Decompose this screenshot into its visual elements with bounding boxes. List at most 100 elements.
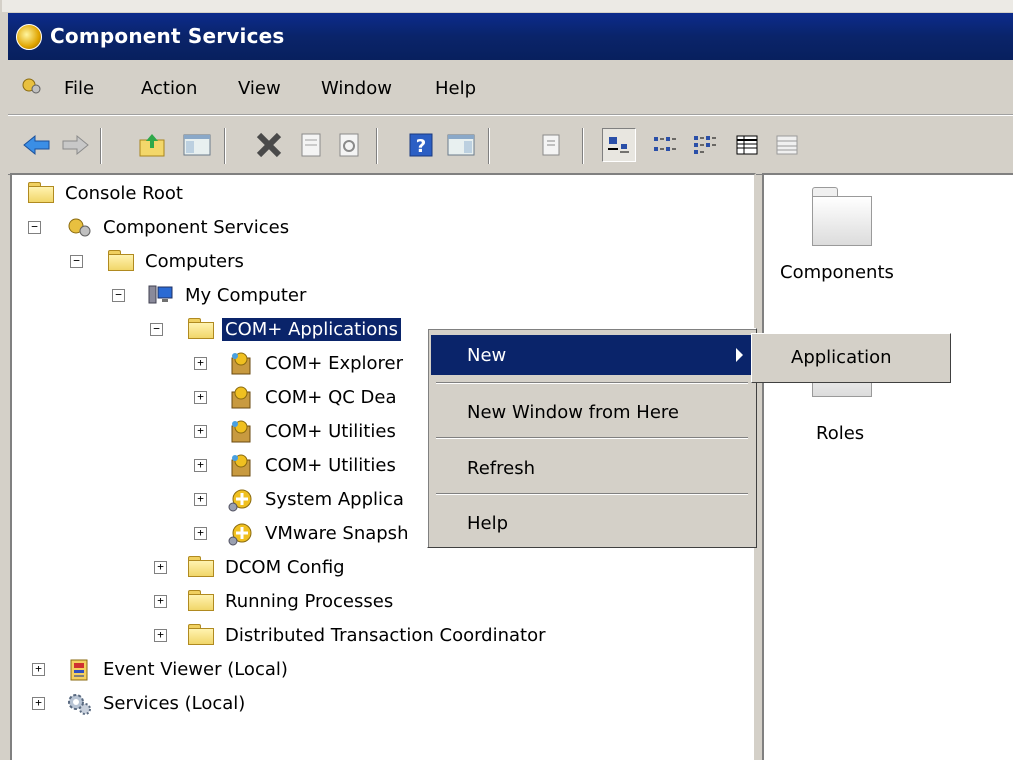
menu-separator [436, 437, 748, 439]
window-top-edge [2, 0, 1013, 12]
mmc-system-menu-icon[interactable] [20, 76, 44, 96]
tree-node-dtc[interactable]: Distributed Transaction Coordinator [188, 620, 549, 650]
folder-icon [28, 182, 54, 204]
show-action-pane-icon[interactable] [444, 128, 478, 162]
system-application-icon [228, 488, 254, 512]
delete-icon[interactable] [252, 128, 286, 162]
folder-icon [108, 250, 134, 272]
tree-node-dcom-config[interactable]: DCOM Config [188, 552, 348, 582]
menu-item-label: Application [791, 346, 892, 368]
list-view-icon[interactable] [688, 128, 722, 162]
collapse-toggle-icon[interactable]: − [70, 255, 83, 268]
tree-node-console-root[interactable]: Console Root [28, 178, 186, 208]
expand-toggle-icon[interactable]: + [32, 697, 45, 710]
folder-icon [188, 556, 214, 578]
tree-label: COM+ QC Dea [265, 386, 397, 408]
back-arrow-icon[interactable] [20, 128, 54, 162]
tree-label: Console Root [65, 182, 183, 204]
expand-toggle-icon[interactable]: + [32, 663, 45, 676]
collapse-toggle-icon[interactable]: − [150, 323, 163, 336]
com-application-icon [228, 386, 254, 409]
mmc-window: Component Services File Action View Wind… [0, 0, 1013, 760]
context-menu: New New Window from Here Refresh Help [427, 328, 757, 548]
event-viewer-icon [66, 658, 92, 681]
collapse-toggle-icon[interactable]: − [28, 221, 41, 234]
tree-label: My Computer [185, 284, 307, 306]
menu-file[interactable]: File [58, 76, 100, 101]
menu-separator [436, 493, 748, 495]
title-bar[interactable]: Component Services [8, 13, 1013, 60]
expand-toggle-icon[interactable]: + [154, 595, 167, 608]
tree-label: Services (Local) [103, 692, 246, 714]
expand-toggle-icon[interactable]: + [154, 629, 167, 642]
components-label[interactable]: Components [780, 262, 894, 283]
component-services-icon [66, 216, 92, 238]
forward-arrow-icon[interactable] [58, 128, 92, 162]
tree-label: Event Viewer (Local) [103, 658, 288, 680]
menu-action[interactable]: Action [135, 76, 203, 101]
context-menu-new-window[interactable]: New Window from Here [431, 392, 753, 432]
expand-toggle-icon[interactable]: + [194, 357, 207, 370]
submenu-arrow-icon [736, 348, 743, 362]
folder-icon [188, 318, 214, 340]
toolbar-separator [100, 128, 102, 164]
tree-node-app[interactable]: COM+ Utilities [228, 416, 399, 446]
properties-icon[interactable] [294, 128, 328, 162]
menu-item-label: Refresh [467, 457, 535, 479]
expand-toggle-icon[interactable]: + [194, 493, 207, 506]
collapse-toggle-icon[interactable]: − [112, 289, 125, 302]
toolbar: ? [8, 115, 1013, 175]
tree-node-my-computer[interactable]: My Computer [148, 280, 309, 310]
result-pane[interactable]: Components Roles [762, 173, 1013, 760]
tree-node-app[interactable]: System Applica [228, 484, 407, 514]
context-menu-new[interactable]: New [431, 335, 753, 375]
tree-node-event-viewer[interactable]: Event Viewer (Local) [66, 654, 291, 684]
tree-label: COM+ Utilities [265, 420, 396, 442]
status-view-icon[interactable] [770, 128, 804, 162]
submenu-application[interactable]: Application [755, 337, 947, 377]
context-menu-help[interactable]: Help [431, 503, 753, 543]
tree-label: Computers [145, 250, 244, 272]
components-folder-icon[interactable] [810, 187, 874, 247]
tree-node-app[interactable]: VMware Snapsh [228, 518, 411, 548]
context-menu-refresh[interactable]: Refresh [431, 448, 753, 488]
tree-node-app[interactable]: COM+ Explorer [228, 348, 406, 378]
refresh-icon[interactable] [332, 128, 366, 162]
export-list-icon[interactable] [534, 128, 568, 162]
tree-label: Component Services [103, 216, 290, 238]
vmware-application-icon [228, 522, 254, 546]
menu-help[interactable]: Help [429, 76, 482, 101]
tree-label: COM+ Utilities [265, 454, 396, 476]
detail-view-icon[interactable] [730, 128, 764, 162]
menu-view[interactable]: View [232, 76, 287, 101]
services-gear-icon [66, 692, 92, 715]
up-folder-icon[interactable] [136, 128, 170, 162]
tree-node-app[interactable]: COM+ QC Dea [228, 382, 400, 412]
window-title: Component Services [50, 24, 285, 48]
roles-label[interactable]: Roles [816, 423, 864, 444]
expand-toggle-icon[interactable]: + [194, 527, 207, 540]
tree-label: COM+ Explorer [265, 352, 404, 374]
com-application-icon [228, 454, 254, 477]
help-icon[interactable]: ? [404, 128, 438, 162]
small-icons-view-icon[interactable] [648, 128, 682, 162]
menu-bar: File Action View Window Help [8, 60, 1013, 115]
large-icons-view-icon[interactable] [602, 128, 636, 162]
tree-node-component-services[interactable]: Component Services [66, 212, 292, 242]
tree-node-services[interactable]: Services (Local) [66, 688, 248, 718]
expand-toggle-icon[interactable]: + [194, 425, 207, 438]
menu-window[interactable]: Window [315, 76, 398, 101]
tree-node-running-processes[interactable]: Running Processes [188, 586, 396, 616]
tree-node-computers[interactable]: Computers [108, 246, 247, 276]
toolbar-separator [376, 128, 378, 164]
tree-label: System Applica [265, 488, 404, 510]
expand-toggle-icon[interactable]: + [194, 391, 207, 404]
com-application-icon [228, 420, 254, 443]
folder-icon [188, 624, 214, 646]
expand-toggle-icon[interactable]: + [154, 561, 167, 574]
tree-node-app[interactable]: COM+ Utilities [228, 450, 399, 480]
show-hide-tree-icon[interactable] [180, 128, 214, 162]
expand-toggle-icon[interactable]: + [194, 459, 207, 472]
tree-node-com-applications[interactable]: COM+ Applications [188, 314, 402, 344]
tree-label: VMware Snapsh [265, 522, 409, 544]
